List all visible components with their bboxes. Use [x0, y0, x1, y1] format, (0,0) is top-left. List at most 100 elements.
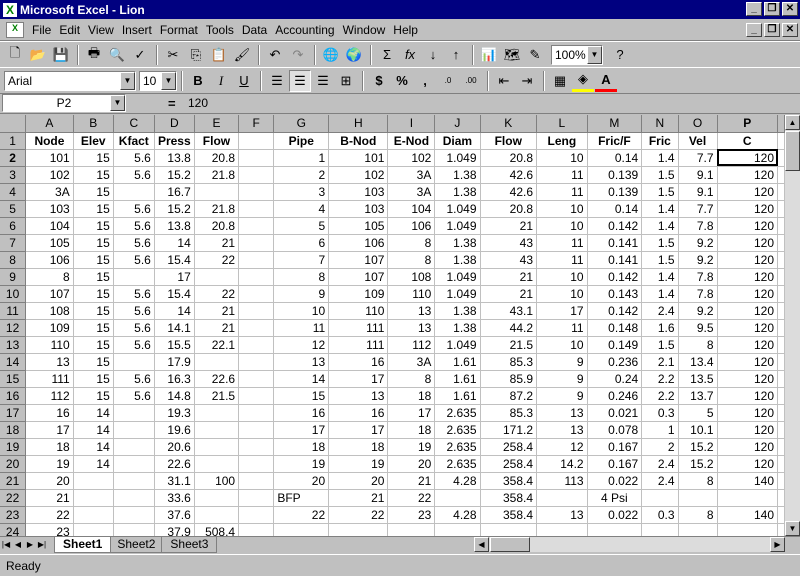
- cell[interactable]: [238, 387, 275, 405]
- cell[interactable]: 6: [273, 234, 330, 252]
- cell[interactable]: 13: [536, 404, 588, 422]
- cell[interactable]: 15: [73, 234, 114, 252]
- cell[interactable]: 1.4: [641, 217, 679, 235]
- cell[interactable]: 120: [717, 200, 779, 218]
- cell[interactable]: 15.2: [154, 166, 195, 184]
- scroll-down-icon[interactable]: ▼: [785, 521, 800, 536]
- cell[interactable]: [238, 336, 275, 354]
- cell[interactable]: 85.3: [480, 404, 538, 422]
- cell[interactable]: 20.6: [154, 438, 195, 456]
- cell[interactable]: 11: [536, 234, 588, 252]
- cell[interactable]: 15: [73, 166, 114, 184]
- cell[interactable]: 108: [25, 302, 74, 320]
- cell[interactable]: 358.4: [480, 472, 538, 490]
- cell[interactable]: [777, 370, 785, 388]
- column-header[interactable]: C: [113, 115, 155, 133]
- italic-icon[interactable]: I: [210, 70, 232, 92]
- cell[interactable]: 103: [328, 183, 389, 201]
- cell[interactable]: 15: [73, 336, 114, 354]
- cell[interactable]: 20: [273, 472, 330, 490]
- cell[interactable]: [777, 200, 785, 218]
- cell[interactable]: Elev: [73, 132, 114, 150]
- row-header[interactable]: 9: [0, 268, 27, 286]
- cell[interactable]: 15: [73, 251, 114, 269]
- menu-view[interactable]: View: [84, 23, 118, 37]
- cell[interactable]: 22: [328, 506, 389, 524]
- cell[interactable]: 15: [73, 387, 114, 405]
- cell[interactable]: Flow: [194, 132, 240, 150]
- equals-icon[interactable]: =: [168, 96, 182, 111]
- cell[interactable]: 358.4: [480, 489, 538, 507]
- prev-sheet-icon[interactable]: ◀: [12, 538, 24, 552]
- first-sheet-icon[interactable]: |◀: [0, 538, 12, 552]
- cell[interactable]: 8: [387, 370, 436, 388]
- row-header[interactable]: 20: [0, 455, 27, 473]
- cell[interactable]: 120: [717, 268, 779, 286]
- cell[interactable]: 20.8: [480, 200, 538, 218]
- decrease-indent-icon[interactable]: ⇤: [493, 70, 515, 92]
- cell[interactable]: [777, 149, 785, 167]
- cell[interactable]: 33.6: [154, 489, 195, 507]
- cell[interactable]: [194, 353, 240, 371]
- column-header[interactable]: N: [641, 115, 679, 133]
- cell[interactable]: [113, 438, 155, 456]
- cell[interactable]: [777, 404, 785, 422]
- row-header[interactable]: 12: [0, 319, 27, 337]
- cell[interactable]: 109: [25, 319, 74, 337]
- cell[interactable]: 1.38: [434, 234, 481, 252]
- cell[interactable]: 31.1: [154, 472, 195, 490]
- cell[interactable]: 1.049: [434, 268, 481, 286]
- cell[interactable]: [238, 183, 275, 201]
- cell[interactable]: [717, 489, 779, 507]
- map-icon[interactable]: 🗺: [501, 44, 523, 66]
- redo-icon[interactable]: ↷: [287, 44, 309, 66]
- cell[interactable]: [238, 285, 275, 303]
- menu-format[interactable]: Format: [156, 23, 202, 37]
- cell[interactable]: 22: [25, 506, 74, 524]
- cell[interactable]: 120: [717, 421, 779, 439]
- cell[interactable]: 0.3: [641, 506, 679, 524]
- cell[interactable]: 8: [387, 251, 436, 269]
- cell[interactable]: 9: [536, 387, 588, 405]
- cell[interactable]: 16: [328, 353, 389, 371]
- cell[interactable]: 13.8: [154, 217, 195, 235]
- cell[interactable]: 17: [536, 302, 588, 320]
- cell[interactable]: Fric: [641, 132, 679, 150]
- cell[interactable]: 102: [387, 149, 436, 167]
- cell[interactable]: 358.4: [480, 506, 538, 524]
- cell[interactable]: 13: [387, 302, 436, 320]
- cell[interactable]: 20: [328, 472, 389, 490]
- cell[interactable]: [238, 302, 275, 320]
- cell[interactable]: [777, 523, 785, 536]
- cell[interactable]: [113, 472, 155, 490]
- format-painter-icon[interactable]: 🖌: [231, 44, 253, 66]
- cell[interactable]: 0.139: [587, 183, 643, 201]
- cell[interactable]: [194, 183, 240, 201]
- menu-data[interactable]: Data: [238, 23, 271, 37]
- cell[interactable]: 17: [273, 421, 330, 439]
- cell[interactable]: 2.635: [434, 438, 481, 456]
- cell[interactable]: 44.2: [480, 319, 538, 337]
- cell[interactable]: 9.1: [678, 183, 718, 201]
- cell[interactable]: [238, 506, 275, 524]
- cell[interactable]: [238, 523, 275, 536]
- cell[interactable]: 1.5: [641, 166, 679, 184]
- cell[interactable]: 43: [480, 251, 538, 269]
- cell[interactable]: 17: [25, 421, 74, 439]
- cell[interactable]: 18: [273, 438, 330, 456]
- cell[interactable]: 17: [387, 404, 436, 422]
- cell[interactable]: [777, 132, 785, 150]
- cell[interactable]: [73, 489, 114, 507]
- cell[interactable]: 18: [387, 387, 436, 405]
- cell[interactable]: 2.635: [434, 455, 481, 473]
- cell[interactable]: [777, 285, 785, 303]
- cell[interactable]: 120: [717, 302, 779, 320]
- spreadsheet-grid[interactable]: ABCDEFGHIJKLMNOP 1 Node Elev Kfact Press Flow…: [0, 115, 785, 536]
- cell[interactable]: 15: [273, 387, 330, 405]
- cell[interactable]: 112: [25, 387, 74, 405]
- cell[interactable]: [113, 523, 155, 536]
- cell[interactable]: 16.3: [154, 370, 195, 388]
- cell[interactable]: 7: [273, 251, 330, 269]
- cell[interactable]: 5.6: [113, 336, 155, 354]
- cell[interactable]: 14: [154, 302, 195, 320]
